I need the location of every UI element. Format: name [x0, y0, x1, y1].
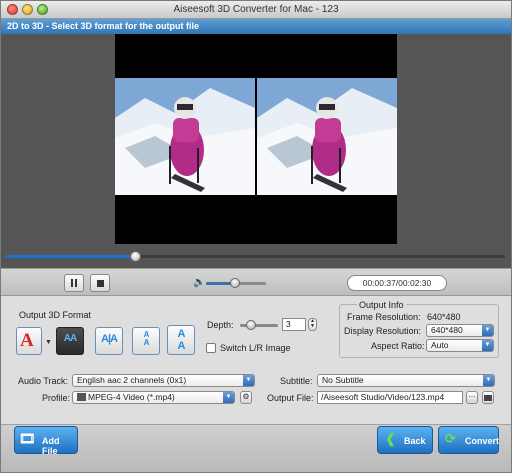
convert-arrows-icon: ⟳: [445, 431, 456, 446]
window-title: Aiseesoft 3D Converter for Mac - 123: [173, 4, 339, 15]
profile-select[interactable]: MPEG-4 Video (*.mp4) ▼: [72, 391, 235, 404]
stop-button[interactable]: [90, 274, 110, 292]
back-label: Back: [404, 436, 426, 446]
title-bar: Aiseesoft 3D Converter for Mac - 123: [1, 1, 511, 19]
format-side-by-side-full-button[interactable]: A|A: [95, 327, 123, 355]
gear-icon: ⚙: [242, 392, 250, 401]
film-add-icon: 🎞: [19, 431, 36, 446]
time-display: 00:00:37/00:02:30: [347, 275, 447, 291]
video-preview: [115, 34, 397, 244]
output-file-label: Output File:: [267, 393, 314, 403]
frame-resolution-value: 640*480: [427, 312, 461, 322]
video-file-icon: [77, 393, 86, 401]
profile-value: MPEG-4 Video (*.mp4): [88, 392, 175, 402]
add-file-label: Add File: [42, 436, 60, 456]
back-arrow-icon: ❰: [385, 431, 396, 446]
stop-icon: [97, 280, 104, 287]
top-bottom-full-icon: AA: [177, 328, 186, 352]
profile-label: Profile:: [42, 393, 71, 403]
back-button[interactable]: ❰ Back: [377, 426, 433, 454]
depth-stepper[interactable]: ▲ ▼: [308, 318, 317, 331]
profile-settings-button[interactable]: ⚙: [240, 391, 252, 404]
depth-label: Depth:: [207, 320, 234, 330]
chevron-down-icon: ▼: [483, 375, 494, 386]
pause-icon: [71, 279, 73, 287]
app-window: Aiseesoft 3D Converter for Mac - 123 2D …: [0, 0, 512, 473]
right-eye-frame: [257, 78, 397, 195]
audio-track-value: English aac 2 channels (0x1): [77, 375, 187, 385]
convert-button[interactable]: ⟳ Convert: [438, 426, 499, 454]
add-file-button[interactable]: 🎞 Add File: [14, 426, 78, 456]
step-header: 2D to 3D - Select 3D format for the outp…: [1, 19, 511, 34]
seek-progress: [5, 255, 135, 258]
display-resolution-select[interactable]: 640*480 ▼: [426, 324, 494, 337]
frame-resolution-label: Frame Resolution:: [347, 312, 421, 322]
convert-label: Convert: [465, 436, 500, 446]
aspect-ratio-select[interactable]: Auto ▼: [426, 339, 494, 352]
browse-output-button[interactable]: ···: [466, 391, 478, 404]
top-bottom-half-icon: AA: [143, 330, 150, 347]
output-file-field[interactable]: /Aiseesoft Studio/Video/123.mp4: [317, 391, 463, 404]
format-side-by-side-half-button[interactable]: AA: [56, 327, 84, 355]
format-top-bottom-half-button[interactable]: AA: [132, 327, 160, 355]
preview-area: [1, 34, 511, 244]
subtitle-value: No Subtitle: [322, 375, 364, 385]
audio-track-label: Audio Track:: [18, 376, 69, 386]
depth-value-field[interactable]: 3: [282, 318, 306, 331]
aspect-ratio-label: Aspect Ratio:: [371, 341, 425, 351]
format-anaglyph-button[interactable]: A: [16, 327, 42, 355]
format-top-bottom-full-button[interactable]: AA: [167, 325, 195, 355]
switch-lr-label: Switch L/R Image: [220, 343, 291, 353]
chevron-down-icon: ▼: [482, 340, 493, 351]
playback-controls: 🔈 00:00:37/00:02:30: [1, 268, 511, 296]
folder-icon: [484, 395, 492, 401]
chevron-down-icon[interactable]: ▼: [45, 339, 52, 346]
volume-icon: 🔈: [193, 277, 206, 288]
seek-handle[interactable]: [130, 251, 141, 262]
switch-lr-checkbox[interactable]: [206, 343, 216, 353]
left-eye-frame: [115, 78, 255, 195]
open-folder-button[interactable]: [482, 391, 494, 404]
display-resolution-label: Display Resolution:: [344, 326, 422, 336]
chevron-down-icon: ▼: [223, 392, 234, 403]
volume-handle[interactable]: [229, 278, 240, 288]
step-title: 2D to 3D - Select 3D format for the outp…: [7, 21, 200, 31]
aspect-ratio-value: Auto: [431, 340, 449, 350]
side-by-side-full-icon: A|A: [101, 333, 118, 345]
display-resolution-value: 640*480: [431, 325, 463, 335]
pause-icon-bar: [75, 279, 77, 287]
anaglyph-icon: A: [20, 330, 34, 351]
subtitle-select[interactable]: No Subtitle ▼: [317, 374, 495, 387]
pause-button[interactable]: [64, 274, 84, 292]
output-info-label: Output Info: [357, 300, 406, 310]
seek-bar[interactable]: [1, 244, 511, 268]
subtitle-label: Subtitle:: [280, 376, 313, 386]
chevron-down-icon: ▼: [243, 375, 254, 386]
side-by-side-half-icon: AA: [63, 333, 77, 344]
chevron-down-icon: ▼: [482, 325, 493, 336]
audio-track-select[interactable]: English aac 2 channels (0x1) ▼: [72, 374, 255, 387]
output-3d-format-label: Output 3D Format: [19, 310, 92, 320]
